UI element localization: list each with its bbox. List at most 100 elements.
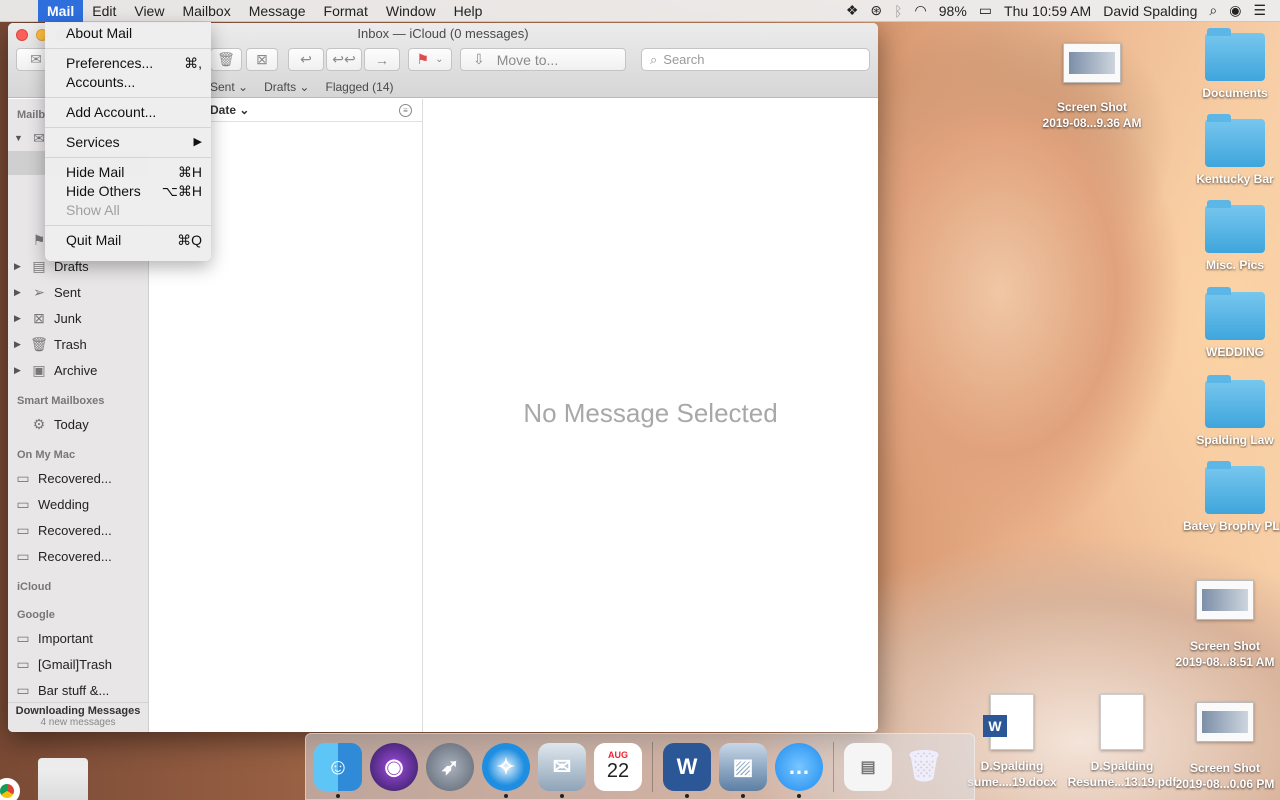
- sidebar-item-sent[interactable]: ▶ ➢ Sent: [8, 279, 148, 305]
- drive-icon[interactable]: [38, 758, 88, 800]
- resume-pdf-file[interactable]: D.Spalding Resume...13.19.pdf: [1067, 694, 1177, 790]
- bluetooth-icon[interactable]: ᛒ: [894, 3, 902, 19]
- menu-item-services[interactable]: Services ▶: [45, 133, 211, 152]
- calendar-icon[interactable]: AUG 22: [594, 742, 642, 791]
- fav-sent[interactable]: Sent ⌄: [210, 80, 248, 94]
- folder-wedding[interactable]: WEDDING: [1180, 287, 1280, 360]
- safari-icon[interactable]: ✧: [482, 742, 530, 798]
- sidebar-item-wedding[interactable]: ▭ Wedding: [8, 491, 148, 517]
- move-to-label: Move to...: [496, 51, 559, 68]
- clock[interactable]: Thu 10:59 AM: [1004, 3, 1091, 19]
- word-icon[interactable]: W: [663, 742, 711, 798]
- disclosure-icon[interactable]: ▶: [14, 365, 24, 376]
- folder-spalding-law[interactable]: Spalding Law: [1180, 375, 1280, 448]
- sidebar-item-gmail-trash[interactable]: ▭ [Gmail]Trash: [8, 651, 148, 677]
- forward-button[interactable]: →: [364, 48, 400, 71]
- menu-item-preferences[interactable]: Preferences... ⌘,: [45, 54, 211, 73]
- finder-icon[interactable]: ☺: [314, 742, 362, 798]
- disclosure-icon[interactable]: ▶: [14, 339, 24, 350]
- menu-item-quit-mail[interactable]: Quit Mail ⌘Q: [45, 231, 211, 250]
- filter-icon[interactable]: ≡: [399, 104, 412, 117]
- disclosure-icon[interactable]: ▼: [14, 133, 24, 143]
- menu-mailbox[interactable]: Mailbox: [173, 0, 239, 22]
- sidebar-item-archive[interactable]: ▶ ▣ Archive: [8, 357, 148, 383]
- menu-item-hide-others[interactable]: Hide Others ⌥⌘H: [45, 182, 211, 201]
- menu-view[interactable]: View: [125, 0, 173, 22]
- wifi-icon[interactable]: ◠: [915, 2, 927, 19]
- user-name[interactable]: David Spalding: [1103, 3, 1197, 19]
- search-input[interactable]: ⌕ Search: [641, 48, 870, 71]
- menu-item-accounts[interactable]: Accounts...: [45, 73, 211, 92]
- menu-mail[interactable]: Mail: [38, 0, 84, 22]
- siri-icon[interactable]: ◉: [370, 742, 418, 791]
- reply-button[interactable]: ↩: [288, 48, 324, 71]
- notification-center-icon[interactable]: ☰: [1253, 2, 1266, 19]
- battery-icon[interactable]: ▭: [979, 2, 992, 19]
- sidebar-item-recovered-2[interactable]: ▭ Recovered...: [8, 517, 148, 543]
- folder-batey-brophy[interactable]: Batey Brophy PLL: [1180, 461, 1280, 534]
- search-placeholder: Search: [663, 52, 705, 67]
- mail-icon[interactable]: ✉: [538, 742, 586, 798]
- menu-separator: [45, 225, 211, 226]
- reply-all-button[interactable]: ↩↩: [326, 48, 362, 71]
- menu-item-about-mail[interactable]: About Mail: [45, 24, 211, 43]
- junk-button[interactable]: ⊠: [246, 48, 278, 71]
- disclosure-icon[interactable]: ▶: [14, 261, 24, 272]
- dock-separator: [652, 741, 653, 792]
- folder-icon: ▭: [16, 495, 30, 512]
- folder-icon: [1205, 375, 1265, 428]
- menu-help[interactable]: Help: [445, 0, 492, 22]
- spotlight-icon[interactable]: ⌕: [1209, 2, 1217, 19]
- document-stack-icon[interactable]: ▤: [844, 742, 892, 791]
- shortcut-preferences: ⌘,: [184, 55, 202, 71]
- shortcut-hide-others: ⌥⌘H: [161, 183, 202, 199]
- junk-icon: ⊠: [33, 309, 45, 326]
- sidebar-item-important[interactable]: ▭ Important: [8, 625, 148, 651]
- screenshot-thumbnail: [1196, 702, 1254, 742]
- sidebar-item-today[interactable]: ⚙ Today: [8, 411, 148, 437]
- menu-separator: [45, 127, 211, 128]
- disclosure-icon[interactable]: ▶: [14, 313, 24, 324]
- menu-edit[interactable]: Edit: [83, 0, 125, 22]
- messages-icon[interactable]: …: [775, 742, 823, 798]
- menu-message[interactable]: Message: [240, 0, 315, 22]
- folder-misc-pics[interactable]: Misc. Pics: [1180, 200, 1280, 273]
- trash-dock-icon[interactable]: 🗑: [900, 743, 948, 791]
- search-icon: ⌕: [650, 51, 658, 67]
- chevron-down-icon: ⌄: [435, 54, 444, 65]
- sidebar-item-trash[interactable]: ▶ 🗑 Trash: [8, 331, 148, 357]
- launchpad-icon[interactable]: ➶: [426, 742, 474, 791]
- sidebar-header-icloud: iCloud: [17, 581, 52, 593]
- menu-format[interactable]: Format: [315, 0, 377, 22]
- no-message-text: No Message Selected: [523, 398, 778, 428]
- dock-separator: [833, 741, 834, 792]
- sidebar-item-recovered-1[interactable]: ▭ Recovered...: [8, 465, 148, 491]
- accessibility-icon[interactable]: ⊛: [870, 2, 882, 19]
- sidebar-item-junk[interactable]: ▶ ⊠ Junk: [8, 305, 148, 331]
- menu-window[interactable]: Window: [377, 0, 445, 22]
- sidebar-item-recovered-3[interactable]: ▭ Recovered...: [8, 543, 148, 569]
- folder-kentucky-bar[interactable]: Kentucky Bar: [1180, 114, 1280, 187]
- dock: ☺ ◉ ➶ ✧ ✉ AUG 22 W ▨ … ▤ 🗑: [305, 733, 975, 800]
- dropbox-icon[interactable]: ❖: [846, 2, 859, 19]
- preview-icon[interactable]: ▨: [719, 742, 767, 798]
- battery-percent[interactable]: 98%: [939, 3, 967, 19]
- menu-item-add-account[interactable]: Add Account...: [45, 103, 211, 122]
- shortcut-hide-mail: ⌘H: [177, 164, 202, 180]
- delete-button[interactable]: 🗑: [210, 48, 242, 71]
- reply-all-icon: ↩↩: [332, 51, 356, 67]
- menu-item-hide-mail[interactable]: Hide Mail ⌘H: [45, 163, 211, 182]
- screenshot-file-1[interactable]: Screen Shot 2019-08...9.36 AM: [1037, 43, 1147, 131]
- fav-flagged[interactable]: Flagged (14): [325, 80, 393, 94]
- folder-documents[interactable]: Documents: [1180, 28, 1280, 101]
- move-to-button[interactable]: ⇩ Move to...: [460, 48, 626, 71]
- fav-drafts[interactable]: Drafts ⌄: [264, 80, 309, 94]
- flag-icon: ⚑: [416, 51, 430, 67]
- menu-separator: [45, 48, 211, 49]
- screenshot-file-2[interactable]: Screen Shot 2019-08...8.51 AM: [1170, 580, 1280, 670]
- siri-menu-icon[interactable]: ◉: [1229, 2, 1241, 19]
- screenshot-file-3[interactable]: Screen Shot 2019-08...0.06 PM: [1170, 702, 1280, 792]
- disclosure-icon[interactable]: ▶: [14, 287, 24, 298]
- sidebar-item-bar-stuff[interactable]: ▭ Bar stuff &...: [8, 677, 148, 703]
- flag-button[interactable]: ⚑ ⌄: [408, 48, 452, 71]
